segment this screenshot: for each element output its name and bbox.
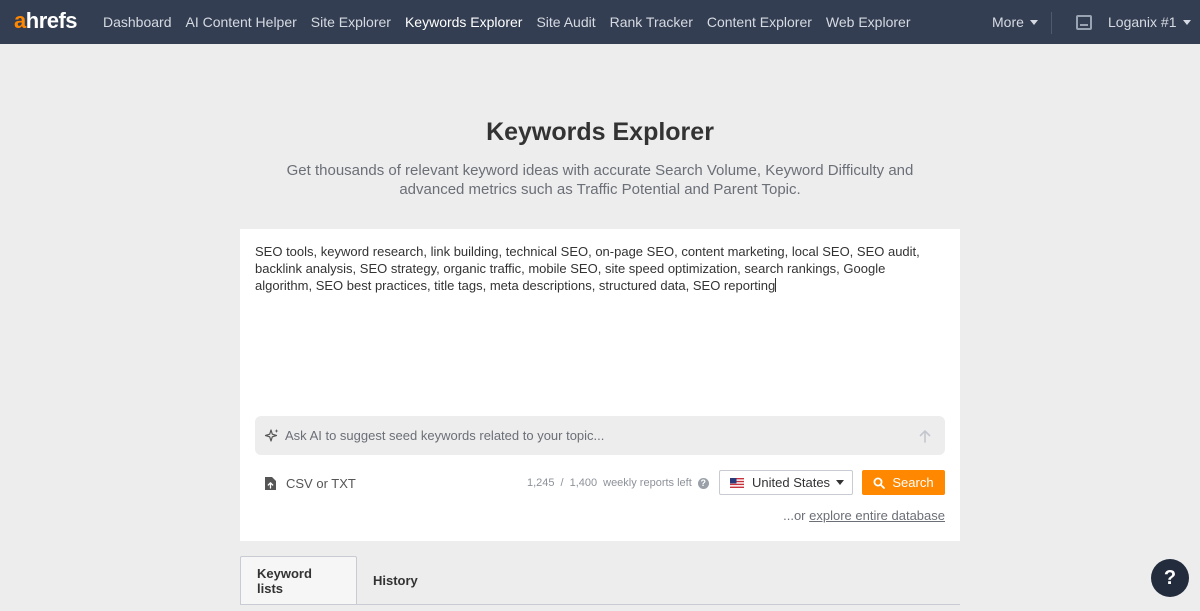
page-subtitle: Get thousands of relevant keyword ideas … [286, 162, 914, 198]
explore-database: ...or explore entire database [783, 508, 945, 523]
upload-icon [265, 476, 276, 490]
screen-icon[interactable] [1076, 15, 1092, 30]
search-icon [873, 477, 886, 489]
tab-history[interactable]: History [357, 556, 434, 604]
nav-item-web-explorer[interactable]: Web Explorer [826, 14, 911, 30]
keyword-input-panel: SEO tools, keyword research, link buildi… [240, 229, 960, 541]
ahrefs-logo[interactable]: ahrefs [14, 8, 78, 34]
chevron-down-icon [1182, 19, 1191, 25]
nav-item-ai-content-helper[interactable]: AI Content Helper [186, 14, 297, 30]
keywords-textarea[interactable]: SEO tools, keyword research, link buildi… [255, 243, 945, 294]
us-flag-icon [730, 477, 744, 488]
explore-database-link[interactable]: explore entire database [809, 508, 945, 523]
sparkle-icon [264, 429, 279, 442]
nav-item-keywords-explorer[interactable]: Keywords Explorer [405, 14, 523, 30]
main-nav: Dashboard AI Content Helper Site Explore… [96, 0, 917, 44]
lists-tabs: Keyword lists History [240, 556, 960, 605]
chevron-down-icon [1029, 19, 1038, 25]
nav-item-site-explorer[interactable]: Site Explorer [311, 14, 391, 30]
ai-suggest-input[interactable]: Ask AI to suggest seed keywords related … [255, 416, 945, 455]
nav-item-site-audit[interactable]: Site Audit [536, 14, 595, 30]
more-menu-button[interactable]: More [992, 0, 1038, 44]
nav-item-dashboard[interactable]: Dashboard [103, 14, 172, 30]
text-cursor [775, 278, 777, 292]
help-button[interactable]: ? [1151, 559, 1189, 597]
chevron-down-icon [836, 480, 845, 485]
page-title: Keywords Explorer [486, 118, 714, 146]
question-icon: ? [1163, 566, 1177, 589]
ai-suggest-placeholder: Ask AI to suggest seed keywords related … [285, 428, 605, 443]
weekly-reports-counter: 1,245 / 1,400 weekly reports left ? [527, 476, 709, 490]
country-select[interactable]: United States [719, 470, 853, 495]
top-navigation-bar: ahrefs Dashboard AI Content Helper Site … [0, 0, 1200, 44]
nav-item-content-explorer[interactable]: Content Explorer [707, 14, 812, 30]
help-circle-icon[interactable]: ? [697, 477, 709, 489]
search-button[interactable]: Search [862, 470, 945, 495]
keywords-value: SEO tools, keyword research, link buildi… [255, 244, 920, 293]
nav-item-rank-tracker[interactable]: Rank Tracker [610, 14, 693, 30]
tab-keyword-lists[interactable]: Keyword lists [240, 556, 357, 604]
nav-divider [1051, 12, 1052, 34]
arrow-up-icon[interactable] [919, 429, 931, 443]
account-menu-button[interactable]: Loganix #1 [1108, 0, 1191, 44]
upload-csv-button[interactable]: CSV or TXT [265, 475, 356, 491]
